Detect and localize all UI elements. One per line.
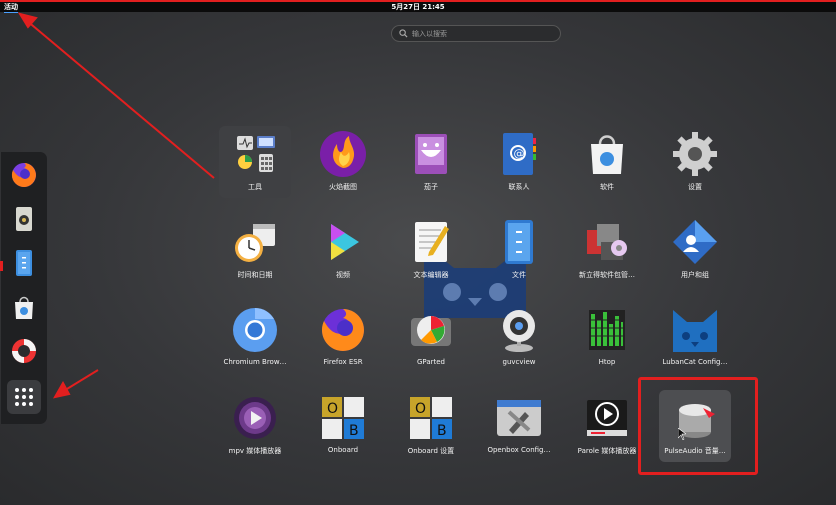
app-onboard[interactable]: O B Onboard bbox=[307, 390, 379, 462]
app-label: 用户和组 bbox=[681, 271, 709, 279]
lubancat-icon bbox=[673, 310, 717, 352]
app-chromium[interactable]: Chromium Brow… bbox=[219, 302, 291, 374]
app-contacts[interactable]: @ 联系人 bbox=[483, 126, 555, 198]
app-onboard-settings[interactable]: O B Onboard 设置 bbox=[395, 390, 467, 462]
show-apps-button[interactable] bbox=[7, 380, 41, 414]
highlight-box bbox=[638, 377, 758, 475]
openbox-config-icon bbox=[497, 400, 541, 436]
app-gparted[interactable]: GParted bbox=[395, 302, 467, 374]
app-label: mpv 媒体播放器 bbox=[228, 447, 282, 455]
app-users-groups[interactable]: 用户和组 bbox=[659, 214, 731, 286]
svg-text:B: B bbox=[437, 423, 447, 439]
htop-icon bbox=[589, 310, 625, 350]
utilities-folder-icon bbox=[237, 136, 275, 172]
dash-firefox[interactable] bbox=[7, 158, 41, 192]
gparted-icon bbox=[411, 316, 451, 346]
app-lubancat-config[interactable]: LubanCat Config… bbox=[659, 302, 731, 374]
app-utilities-folder[interactable]: 工具 bbox=[219, 126, 291, 198]
app-software[interactable]: 软件 bbox=[571, 126, 643, 198]
files-icon bbox=[16, 250, 32, 276]
app-settings[interactable]: 设置 bbox=[659, 126, 731, 198]
app-files[interactable]: 文件 bbox=[483, 214, 555, 286]
clock-calendar-icon bbox=[235, 224, 275, 262]
dash-files[interactable] bbox=[7, 246, 41, 280]
app-label: guvcview bbox=[502, 358, 536, 366]
videos-icon bbox=[331, 224, 359, 260]
app-label: LubanCat Config… bbox=[662, 358, 728, 366]
speaker-icon bbox=[16, 207, 32, 231]
app-clock-calendar[interactable]: 时间和日期 bbox=[219, 214, 291, 286]
software-icon bbox=[591, 135, 623, 174]
dash-help[interactable] bbox=[7, 334, 41, 368]
show-apps-icon bbox=[15, 388, 33, 406]
cheese-icon bbox=[415, 134, 447, 174]
software-icon bbox=[15, 296, 33, 319]
app-label: 文件 bbox=[512, 271, 526, 279]
webcam-icon bbox=[503, 310, 535, 352]
svg-text:O: O bbox=[327, 401, 338, 417]
app-firefox-esr[interactable]: Firefox ESR bbox=[307, 302, 379, 374]
app-label: 软件 bbox=[600, 183, 614, 191]
svg-text:@: @ bbox=[514, 147, 525, 160]
search-box[interactable] bbox=[391, 25, 561, 42]
app-label: Openbox Config… bbox=[487, 446, 551, 454]
dash-software[interactable] bbox=[7, 290, 41, 324]
app-label: 文本编辑器 bbox=[413, 271, 449, 279]
svg-text:B: B bbox=[349, 423, 359, 439]
app-label: 时间和日期 bbox=[237, 271, 273, 279]
dash-speaker[interactable] bbox=[7, 202, 41, 236]
mpv-icon bbox=[234, 397, 276, 439]
users-groups-icon bbox=[673, 220, 717, 264]
clock[interactable]: 5月27日 21:45 bbox=[0, 2, 836, 12]
app-label: 新立得软件包管… bbox=[579, 271, 635, 279]
contacts-icon: @ bbox=[503, 133, 536, 175]
app-label: Htop bbox=[598, 358, 616, 366]
app-label: GParted bbox=[417, 358, 445, 366]
search-icon bbox=[399, 29, 408, 38]
app-label: Onboard 设置 bbox=[407, 447, 455, 455]
app-guvcview[interactable]: guvcview bbox=[483, 302, 555, 374]
app-synaptic[interactable]: 新立得软件包管… bbox=[571, 214, 643, 286]
app-label: 视频 bbox=[336, 271, 350, 279]
parole-icon bbox=[587, 400, 627, 436]
app-label: 火焰截图 bbox=[329, 183, 357, 191]
app-label: Firefox ESR bbox=[323, 358, 363, 366]
synaptic-icon bbox=[587, 224, 627, 260]
top-bar: 活动 5月27日 21:45 bbox=[0, 2, 836, 13]
flameshot-icon bbox=[320, 131, 366, 177]
text-editor-icon bbox=[415, 222, 449, 262]
app-cheese[interactable]: 茄子 bbox=[395, 126, 467, 198]
firefox-icon bbox=[321, 309, 364, 351]
app-label: 联系人 bbox=[508, 183, 530, 191]
app-parole[interactable]: Parole 媒体播放器 bbox=[571, 390, 643, 462]
dash bbox=[1, 152, 47, 424]
app-label: 设置 bbox=[688, 183, 702, 191]
settings-gear-icon bbox=[673, 132, 717, 176]
app-label: 茄子 bbox=[424, 183, 438, 191]
app-flameshot[interactable]: 火焰截图 bbox=[307, 126, 379, 198]
app-videos[interactable]: 视频 bbox=[307, 214, 379, 286]
app-mpv[interactable]: mpv 媒体播放器 bbox=[219, 390, 291, 462]
app-label: Parole 媒体播放器 bbox=[577, 447, 637, 455]
app-text-editor[interactable]: 文本编辑器 bbox=[395, 214, 467, 286]
app-htop[interactable]: Htop bbox=[571, 302, 643, 374]
search-input[interactable] bbox=[412, 27, 552, 40]
app-openbox-config[interactable]: Openbox Config… bbox=[483, 390, 555, 462]
help-icon bbox=[12, 339, 36, 363]
onboard-keyboard-icon: O B bbox=[322, 397, 364, 439]
files-icon bbox=[505, 220, 533, 264]
firefox-icon bbox=[11, 163, 36, 187]
onboard-settings-icon: O B bbox=[410, 397, 452, 439]
svg-text:O: O bbox=[415, 401, 426, 417]
app-label: Onboard bbox=[327, 446, 359, 454]
app-label: 工具 bbox=[248, 183, 262, 191]
chromium-icon bbox=[233, 308, 277, 352]
app-label: Chromium Brow… bbox=[223, 358, 287, 366]
